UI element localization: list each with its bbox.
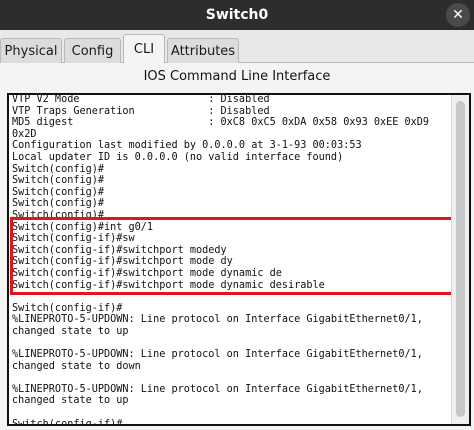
tab-label: Attributes: [170, 43, 236, 59]
terminal-line: Switch(config-if)#switchport mode dy: [12, 256, 233, 268]
cli-panel: IOS Command Line Interface VTP V2 Mode :…: [0, 63, 474, 430]
terminal-line: Switch(config-if)#switchport modedy: [12, 244, 227, 256]
terminal-line: Switch(config-if)#: [12, 302, 123, 314]
terminal-line: Switch(config)#int g0/1: [12, 221, 154, 233]
tab-label: CLI: [133, 42, 155, 57]
terminal-line: Switch(config)#: [12, 198, 105, 210]
terminal-line: VTP Traps Generation : Disabled: [12, 105, 270, 117]
terminal-line: MD5 digest : 0xC8 0xC5 0xDA 0x58 0x93 0x…: [12, 117, 430, 129]
terminal-line: Switch(config-if)#switchport mode dynami…: [12, 279, 325, 291]
close-icon: ✕: [452, 7, 464, 23]
terminal-line: Switch(config)#: [12, 209, 105, 221]
window-title: Switch0: [205, 7, 269, 23]
cli-terminal[interactable]: VTP V2 Mode : Disabled VTP Traps Generati…: [7, 93, 471, 426]
terminal-line: Switch(config)#: [12, 175, 105, 187]
tab-config[interactable]: Config: [64, 38, 121, 63]
terminal-line: changed state to up: [12, 395, 129, 407]
tab-label: Config: [71, 43, 114, 59]
terminal-output: VTP V2 Mode : Disabled VTP Traps Generati…: [12, 94, 448, 426]
terminal-line: Switch(config)#: [12, 186, 105, 198]
close-button[interactable]: ✕: [446, 3, 470, 27]
terminal-line: 0x2D: [12, 128, 37, 140]
terminal-line: Switch(config)#: [12, 163, 105, 175]
terminal-line: Switch(config-if)#: [12, 418, 123, 426]
terminal-line: Switch(config-if)#sw: [12, 233, 135, 245]
terminal-line: changed state to up: [12, 325, 129, 337]
scrollbar-thumb[interactable]: [456, 101, 465, 417]
terminal-line: Local updater ID is 0.0.0.0 (no valid in…: [12, 151, 344, 163]
tab-cli[interactable]: CLI: [123, 34, 165, 64]
terminal-line: %LINEPROTO-5-UPDOWN: Line protocol on In…: [12, 314, 423, 326]
terminal-line: changed state to down: [12, 360, 141, 372]
tab-attributes[interactable]: Attributes: [167, 38, 239, 63]
terminal-scrollbar[interactable]: [451, 95, 469, 424]
tab-physical[interactable]: Physical: [0, 38, 62, 63]
terminal-line: %LINEPROTO-5-UPDOWN: Line protocol on In…: [12, 383, 423, 395]
tab-label: Physical: [4, 43, 58, 59]
title-bar: Switch0 ✕: [0, 0, 474, 30]
tab-bar: Physical Config CLI Attributes: [0, 30, 474, 64]
terminal-line: Switch(config-if)#switchport mode dynami…: [12, 267, 282, 279]
panel-heading: IOS Command Line Interface: [143, 69, 331, 84]
terminal-line: Configuration last modified by 0.0.0.0 a…: [12, 140, 362, 152]
terminal-line: %LINEPROTO-5-UPDOWN: Line protocol on In…: [12, 349, 423, 361]
terminal-line: VTP V2 Mode : Disabled: [12, 94, 270, 105]
